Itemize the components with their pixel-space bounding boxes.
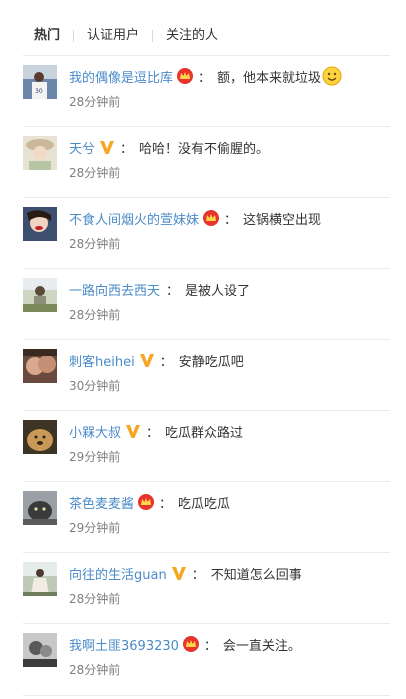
avatar[interactable]: [23, 349, 57, 383]
comment-username[interactable]: 小槑大叔: [69, 422, 121, 441]
comment-text: 会一直关注。: [222, 638, 301, 654]
comment-username[interactable]: 我的偶像是逗比库: [69, 67, 173, 86]
avatar[interactable]: 30: [23, 65, 57, 99]
comment-text: 是被人设了: [185, 283, 251, 299]
comment-item: 30 我的偶像是逗比库 ： 额，他本来就垃圾 28分钟前: [23, 55, 390, 126]
comment-time: 28分钟前: [69, 166, 121, 180]
comment-text: 哈哈！没有不偷腥的。: [139, 141, 270, 157]
avatar[interactable]: [23, 420, 57, 454]
comment-username[interactable]: 天兮: [69, 138, 95, 157]
avatar[interactable]: [23, 633, 57, 667]
comment-time: 30分钟前: [69, 379, 121, 393]
comment-text: 安静吃瓜吧: [178, 354, 244, 370]
tab-divider: [152, 30, 154, 42]
comment-username[interactable]: 不食人间烟火的萱妹妹: [69, 209, 199, 228]
comment-username[interactable]: 刺客heihei: [69, 351, 135, 370]
comment-item: 向往的生活guan ： 不知道怎么回事 28分钟前: [23, 552, 390, 623]
avatar[interactable]: [23, 562, 57, 596]
tab-divider: [73, 30, 75, 42]
avatar[interactable]: [23, 136, 57, 170]
comment-item: 小槑大叔 ： 吃瓜群众路过 29分钟前: [23, 410, 390, 481]
comment-time: 29分钟前: [69, 521, 121, 535]
comment-text: 吃瓜吃瓜: [178, 496, 231, 512]
comment-time: 28分钟前: [69, 592, 121, 606]
tab-hot[interactable]: 热门: [34, 26, 60, 46]
verified-v-badge-icon: [138, 351, 156, 369]
comment-username[interactable]: 一路向西去西天: [69, 280, 160, 299]
smile-emoji-icon: [322, 66, 342, 86]
comment-item: 我啊土匪3693230 ： 会一直关注。 28分钟前: [23, 623, 390, 694]
avatar[interactable]: [23, 207, 57, 241]
comment-item: 不食人间烟火的萱妹妹 ： 这锅横空出现 28分钟前: [23, 197, 390, 268]
comment-item: 一路向西去西天 ： 是被人设了 28分钟前: [23, 268, 390, 339]
svg-text:30: 30: [35, 88, 43, 95]
comment-time: 28分钟前: [69, 95, 121, 109]
comment-time: 28分钟前: [69, 663, 121, 677]
tab-following[interactable]: 关注的人: [166, 26, 218, 46]
list-divider: [23, 695, 390, 696]
comment-time: 28分钟前: [69, 237, 121, 251]
comment-filter-tabs: 热门 认证用户 关注的人: [34, 25, 218, 47]
comment-text: 不知道怎么回事: [210, 567, 302, 583]
comment-text: 吃瓜群众路过: [165, 425, 244, 441]
comment-username[interactable]: 茶色麦麦酱: [69, 493, 134, 512]
comments-panel: 热门 认证用户 关注的人 30 我的偶像是逗比库 ： 额，他本来就垃圾 28分钟…: [0, 0, 406, 699]
comment-time: 28分钟前: [69, 308, 121, 322]
comment-text: 这锅横空出现: [243, 212, 322, 228]
avatar[interactable]: [23, 491, 57, 525]
comment-username[interactable]: 我啊土匪3693230: [69, 635, 179, 654]
crown-badge-icon: [137, 493, 155, 511]
comment-username[interactable]: 向往的生活guan: [69, 564, 167, 583]
comment-item: 茶色麦麦酱 ： 吃瓜吃瓜 29分钟前: [23, 481, 390, 552]
comment-item: 天兮 ： 哈哈！没有不偷腥的。 28分钟前: [23, 126, 390, 197]
tab-verified-users[interactable]: 认证用户: [87, 26, 139, 46]
comment-text: 额，他本来就垃圾: [217, 70, 322, 86]
avatar[interactable]: [23, 278, 57, 312]
crown-badge-icon: [182, 635, 200, 653]
comment-list: 30 我的偶像是逗比库 ： 额，他本来就垃圾 28分钟前 天兮 ： 哈哈！没有不…: [23, 55, 390, 694]
verified-v-badge-icon: [98, 138, 116, 156]
comment-item: 刺客heihei ： 安静吃瓜吧 30分钟前: [23, 339, 390, 410]
crown-badge-icon: [202, 209, 220, 227]
verified-v-badge-icon: [124, 422, 142, 440]
comment-time: 29分钟前: [69, 450, 121, 464]
crown-badge-icon: [176, 67, 194, 85]
verified-v-badge-icon: [170, 564, 188, 582]
